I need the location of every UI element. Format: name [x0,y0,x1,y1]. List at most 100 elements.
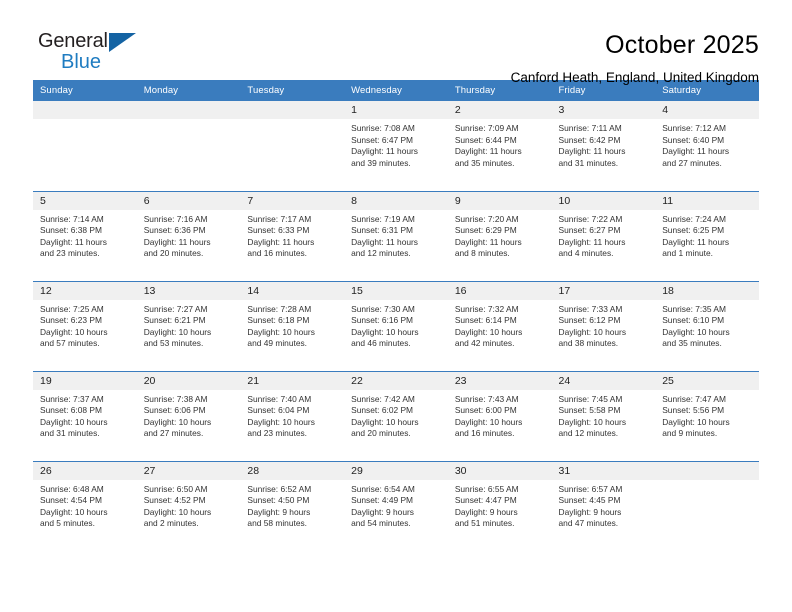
sunset-time: Sunset: 6:02 PM [351,405,414,416]
daylight-duration-line1: Daylight: 10 hours [558,416,627,427]
sunrise-time: Sunrise: 7:43 AM [454,393,519,404]
daylight-duration-line2: and 16 minutes. [454,428,515,439]
sunset-time: Sunset: 6:14 PM [454,315,517,326]
daylight-duration-line1: Daylight: 9 hours [247,506,311,517]
calendar-day-cell[interactable]: 4 Sunrise: 7:12 AM Sunset: 6:40 PM Daylight… [655,101,759,191]
day-number: 11 [655,191,759,210]
daylight-duration-line1: Daylight: 10 hours [558,326,627,337]
day-info: Sunrise: 6:57 AM Sunset: 4:45 PM Daylight:… [552,480,656,530]
daylight-duration-line1: Daylight: 11 hours [351,146,418,157]
calendar-day-cell[interactable]: 29 Sunrise: 6:54 AM Sunset: 4:49 PM Dayligh… [344,460,448,551]
sunrise-time: Sunrise: 7:30 AM [351,303,415,314]
calendar-day-cell[interactable]: 16 Sunrise: 7:32 AM Sunset: 6:14 PM Dayligh… [447,280,552,371]
calendar-day-cell[interactable]: 24 Sunrise: 7:45 AM Sunset: 5:58 PM Dayligh… [551,370,656,461]
calendar-day-cell[interactable]: 12 Sunrise: 7:25 AM Sunset: 6:23 PM Dayligh… [33,280,137,371]
calendar-day-cell[interactable]: 11 Sunrise: 7:24 AM Sunset: 6:25 PM Dayligh… [655,190,759,281]
daylight-duration-line1: Daylight: 9 hours [351,506,414,517]
daylight-duration-line2: and 5 minutes. [40,518,95,529]
day-info: Sunrise: 7:35 AM Sunset: 6:10 PM Daylight:… [655,300,759,350]
calendar-day-cell-empty [655,460,759,551]
calendar-day-cell[interactable]: 19 Sunrise: 7:37 AM Sunset: 6:08 PM Dayligh… [33,370,137,461]
daylight-duration-line1: Daylight: 10 hours [351,326,419,337]
day-number: 31 [551,461,656,480]
daylight-duration-line2: and 54 minutes. [351,518,411,529]
calendar-day-cell[interactable]: 7 Sunrise: 7:17 AM Sunset: 6:33 PM Daylight… [240,190,345,281]
calendar-day-cell[interactable]: 18 Sunrise: 7:35 AM Sunset: 6:10 PM Dayligh… [655,280,759,371]
daylight-duration-line1: Daylight: 11 hours [143,236,211,247]
calendar-day-cell-empty [33,101,137,191]
calendar-day-cell-empty [240,101,345,191]
calendar-day-cell[interactable]: 6 Sunrise: 7:16 AM Sunset: 6:36 PM Daylight… [136,190,241,281]
calendar-week-row: 19 Sunrise: 7:37 AM Sunset: 6:08 PM Dayligh… [33,370,759,461]
daylight-duration-line2: and 51 minutes. [454,518,515,529]
daylight-duration-line2: and 57 minutes. [40,338,100,349]
daylight-duration-line2: and 20 minutes. [351,428,411,439]
sunrise-time: Sunrise: 7:37 AM [40,393,104,404]
sunrise-time: Sunrise: 7:22 AM [558,213,623,224]
day-number: 15 [344,281,448,300]
day-number: 29 [344,461,448,480]
calendar-day-cell[interactable]: 26 Sunrise: 6:48 AM Sunset: 4:54 PM Dayligh… [33,460,137,551]
calendar-day-cell[interactable]: 22 Sunrise: 7:42 AM Sunset: 6:02 PM Dayligh… [344,370,448,461]
calendar-day-cell[interactable]: 27 Sunrise: 6:50 AM Sunset: 4:52 PM Dayligh… [136,460,241,551]
daylight-duration-line1: Daylight: 11 hours [454,146,522,157]
calendar-day-cell[interactable]: 10 Sunrise: 7:22 AM Sunset: 6:27 PM Dayligh… [551,190,656,281]
sunrise-time: Sunrise: 6:54 AM [351,483,415,494]
daylight-duration-line2: and 20 minutes. [143,248,204,259]
triangle-icon [109,33,136,52]
sunrise-time: Sunrise: 7:16 AM [143,213,208,224]
calendar-day-cell[interactable]: 8 Sunrise: 7:19 AM Sunset: 6:31 PM Daylight… [344,190,448,281]
calendar-day-cell[interactable]: 21 Sunrise: 7:40 AM Sunset: 6:04 PM Dayligh… [240,370,345,461]
calendar-day-cell[interactable]: 23 Sunrise: 7:43 AM Sunset: 6:00 PM Dayligh… [447,370,552,461]
sunrise-time: Sunrise: 7:28 AM [247,303,312,314]
daylight-duration-line1: Daylight: 10 hours [662,326,730,337]
sunset-time: Sunset: 6:27 PM [558,225,621,236]
weekday-header-sunday: Sunday [33,80,137,101]
daylight-duration-line2: and 53 minutes. [143,338,204,349]
daylight-duration-line2: and 46 minutes. [351,338,411,349]
sunset-time: Sunset: 5:56 PM [662,405,725,416]
calendar-day-cell[interactable]: 13 Sunrise: 7:27 AM Sunset: 6:21 PM Dayligh… [136,280,241,371]
calendar-day-cell[interactable]: 2 Sunrise: 7:09 AM Sunset: 6:44 PM Daylight… [447,101,552,191]
sunset-time: Sunset: 6:42 PM [558,134,621,145]
daylight-duration-line2: and 1 minute. [662,248,713,259]
sunrise-time: Sunrise: 7:45 AM [558,393,623,404]
generalblue-logo[interactable]: General Blue [33,30,145,76]
daylight-duration-line2: and 35 minutes. [662,338,722,349]
day-number: 12 [33,281,137,300]
sunset-time: Sunset: 4:54 PM [40,495,102,506]
calendar-day-cell[interactable]: 1 Sunrise: 7:08 AM Sunset: 6:47 PM Daylight… [344,101,448,191]
day-number: 9 [447,191,552,210]
page-header: General Blue October 2025 Canford Heath,… [33,0,759,85]
calendar-day-cell[interactable]: 3 Sunrise: 7:11 AM Sunset: 6:42 PM Daylight… [551,101,656,191]
sunrise-time: Sunrise: 6:55 AM [454,483,519,494]
calendar-day-cell[interactable]: 17 Sunrise: 7:33 AM Sunset: 6:12 PM Dayligh… [551,280,656,371]
calendar-day-cell[interactable]: 28 Sunrise: 6:52 AM Sunset: 4:50 PM Dayligh… [240,460,345,551]
sunset-time: Sunset: 6:44 PM [454,134,517,145]
calendar-day-cell[interactable]: 5 Sunrise: 7:14 AM Sunset: 6:38 PM Daylight… [33,190,137,281]
calendar-day-cell-empty [136,101,241,191]
sunset-time: Sunset: 6:04 PM [247,405,310,416]
daylight-duration-line2: and 49 minutes. [247,338,308,349]
daylight-duration-line1: Daylight: 10 hours [247,326,315,337]
day-number: 4 [655,101,759,119]
calendar-day-cell[interactable]: 30 Sunrise: 6:55 AM Sunset: 4:47 PM Dayligh… [447,460,552,551]
calendar-day-cell[interactable]: 14 Sunrise: 7:28 AM Sunset: 6:18 PM Dayligh… [240,280,345,371]
calendar-day-cell[interactable]: 15 Sunrise: 7:30 AM Sunset: 6:16 PM Dayligh… [344,280,448,371]
day-number: 28 [240,461,345,480]
daylight-duration-line2: and 35 minutes. [454,157,515,168]
calendar-day-cell[interactable]: 31 Sunrise: 6:57 AM Sunset: 4:45 PM Dayligh… [551,460,656,551]
day-number: 30 [447,461,552,480]
daylight-duration-line1: Daylight: 11 hours [558,236,626,247]
sunset-time: Sunset: 6:21 PM [143,315,206,326]
calendar-day-cell[interactable]: 20 Sunrise: 7:38 AM Sunset: 6:06 PM Dayligh… [136,370,241,461]
sunrise-time: Sunrise: 7:38 AM [143,393,208,404]
daylight-duration-line2: and 31 minutes. [40,428,100,439]
calendar-day-cell[interactable]: 9 Sunrise: 7:20 AM Sunset: 6:29 PM Daylight… [447,190,552,281]
day-number: 5 [33,191,137,210]
day-number: 8 [344,191,448,210]
sunrise-time: Sunrise: 7:08 AM [351,123,415,133]
daylight-duration-line2: and 27 minutes. [143,428,204,439]
sunset-time: Sunset: 6:47 PM [351,134,414,145]
calendar-day-cell[interactable]: 25 Sunrise: 7:47 AM Sunset: 5:56 PM Dayligh… [655,370,759,461]
